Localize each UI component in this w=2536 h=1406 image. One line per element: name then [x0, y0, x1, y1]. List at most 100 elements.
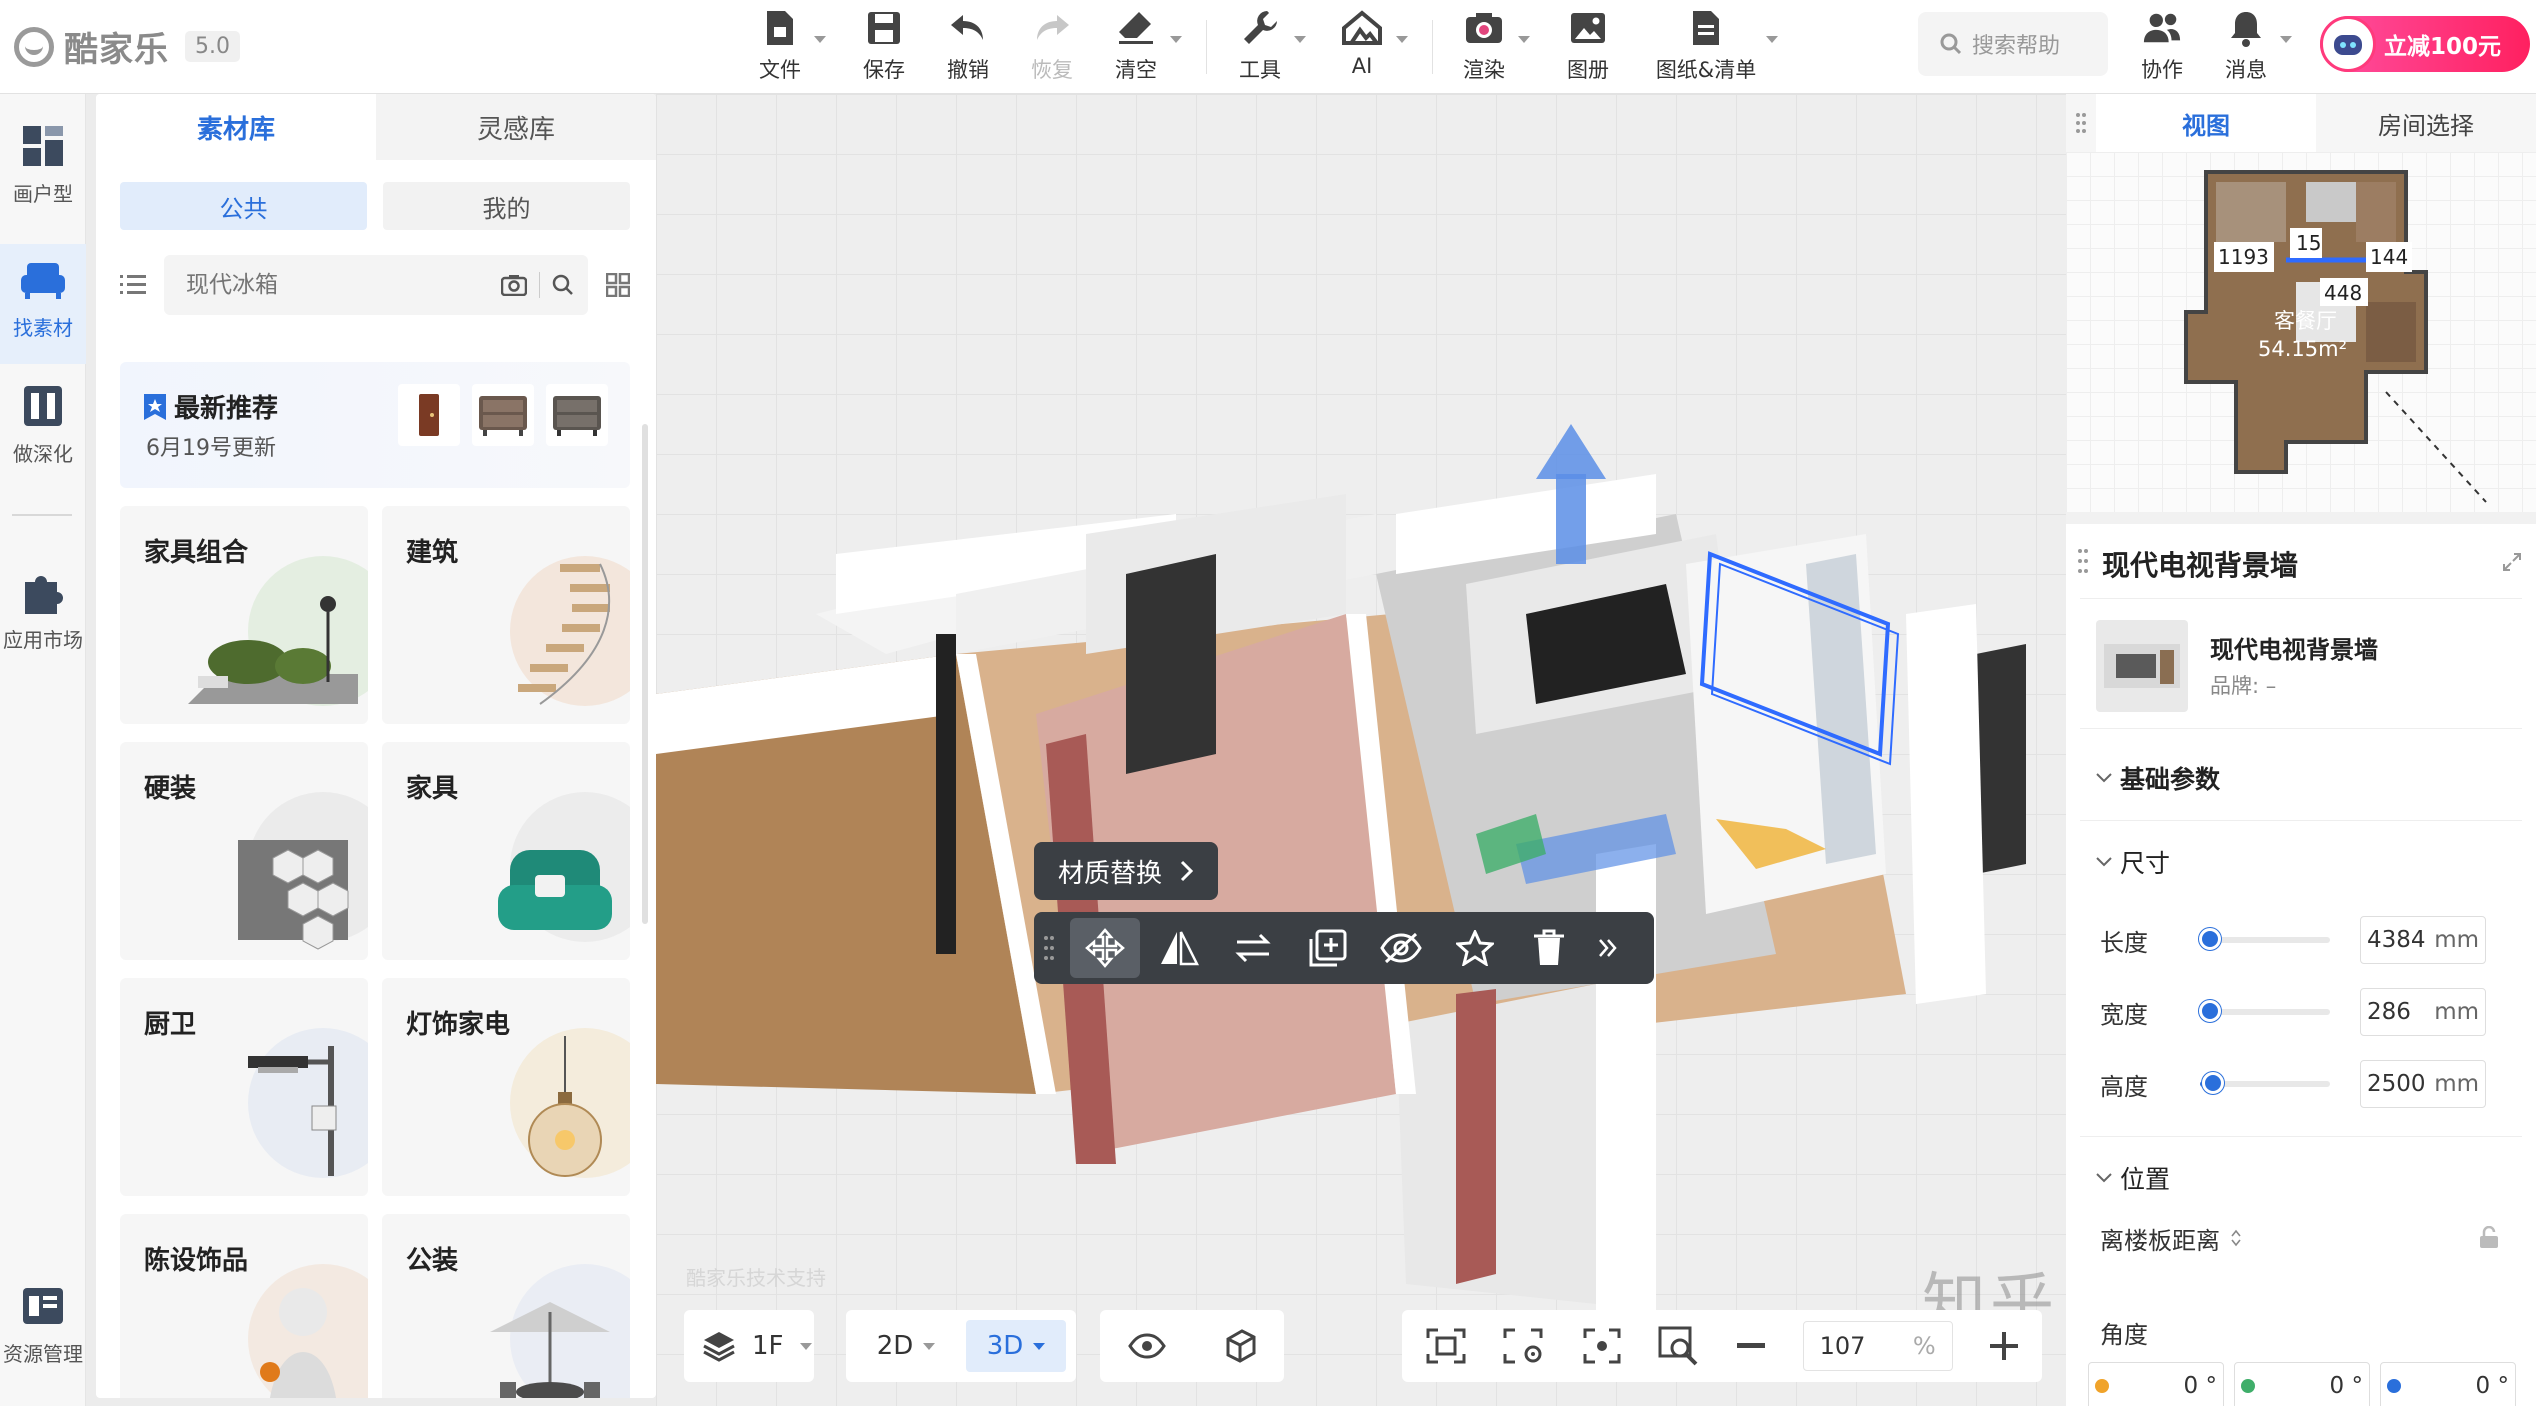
height-input[interactable]: 2500 mm: [2360, 1060, 2486, 1108]
more-button[interactable]: [1588, 918, 1628, 978]
undo-button[interactable]: 撤销: [926, 8, 1010, 84]
search-separator: [539, 272, 540, 298]
cube-icon[interactable]: [1222, 1329, 1256, 1363]
zoom-out-icon[interactable]: [1737, 1343, 1766, 1349]
drag-handle-icon[interactable]: [2066, 94, 2096, 152]
swap-button[interactable]: [1218, 918, 1288, 978]
material-search-input[interactable]: [186, 272, 501, 298]
position-section[interactable]: 位置: [2096, 1160, 2170, 1196]
save-button[interactable]: 保存: [842, 8, 926, 84]
3d-viewport[interactable]: 材质替换 酷家乐技术支持 知乎 @工具宝箱 1F 2D 3D: [656, 94, 2066, 1406]
file-caret-icon[interactable]: [814, 36, 826, 43]
favorite-button[interactable]: [1440, 918, 1510, 978]
category-card[interactable]: 厨卫: [120, 978, 368, 1196]
nav-floorplan[interactable]: 画户型: [0, 120, 86, 207]
promo-badge[interactable]: 立减100元: [2320, 16, 2530, 72]
length-input[interactable]: 4384 mm: [2360, 916, 2486, 964]
category-card[interactable]: 陈设饰品: [120, 1214, 368, 1398]
search-help-input[interactable]: 搜索帮助: [1918, 12, 2108, 76]
3d-floorplan-model[interactable]: [656, 94, 2066, 1406]
minimap[interactable]: 15 1193 144 448 客餐厅 54.15m²: [2066, 152, 2536, 512]
fit-view-icon[interactable]: [1426, 1328, 1466, 1364]
drawings-caret-icon[interactable]: [1766, 36, 1778, 43]
angle-x-input[interactable]: 0 °: [2088, 1362, 2224, 1406]
pendant-lamp-icon: [528, 1036, 602, 1177]
tab-inspiration-library[interactable]: 灵感库: [376, 94, 656, 160]
clear-caret-icon[interactable]: [1170, 36, 1182, 43]
mode-2d-button[interactable]: 2D: [856, 1320, 956, 1372]
tab-material-library[interactable]: 素材库: [96, 94, 376, 160]
category-card[interactable]: 公装: [382, 1214, 630, 1398]
category-card[interactable]: 家具组合: [120, 506, 368, 724]
angle-z-input[interactable]: 0 °: [2380, 1362, 2516, 1406]
render-button[interactable]: 渲染: [1442, 8, 1526, 84]
drag-handle-icon[interactable]: [1044, 935, 1058, 961]
nav-app-market[interactable]: 应用市场: [0, 566, 86, 653]
size-section[interactable]: 尺寸: [2096, 844, 2170, 880]
length-slider[interactable]: [2199, 928, 2330, 950]
recommend-thumb[interactable]: [398, 384, 460, 446]
category-card[interactable]: 硬装: [120, 742, 368, 960]
messages-caret-icon[interactable]: [2280, 36, 2292, 43]
zoom-in-icon[interactable]: [1989, 1332, 2018, 1360]
expand-icon[interactable]: [2502, 552, 2522, 572]
tools-caret-icon[interactable]: [1294, 36, 1306, 43]
recommend-thumb[interactable]: [472, 384, 534, 446]
clear-button[interactable]: 清空: [1094, 8, 1178, 84]
collab-button[interactable]: 协作: [2120, 8, 2204, 84]
render-caret-icon[interactable]: [1518, 36, 1530, 43]
document-icon: [1686, 8, 1726, 48]
focus-icon[interactable]: [1583, 1328, 1621, 1364]
tools-button[interactable]: 工具: [1218, 8, 1302, 84]
file-button[interactable]: 文件: [738, 8, 822, 84]
mirror-button[interactable]: [1144, 918, 1214, 978]
delete-button[interactable]: [1514, 918, 1584, 978]
redo-button[interactable]: 恢复: [1010, 8, 1094, 84]
floor-distance-row: 离楼板距离: [2100, 1210, 2520, 1266]
panel-scrollbar[interactable]: [642, 424, 648, 924]
list-view-icon[interactable]: [120, 274, 146, 296]
category-card[interactable]: 建筑: [382, 506, 630, 724]
app-logo[interactable]: 酷家乐 5.0: [14, 22, 240, 71]
tab-view[interactable]: 视图: [2096, 94, 2316, 152]
material-replace-button[interactable]: 材质替换: [1034, 842, 1219, 900]
nav-deepen[interactable]: 做深化: [0, 380, 86, 467]
width-slider[interactable]: [2199, 1000, 2330, 1022]
lock-icon[interactable]: [2478, 1226, 2500, 1250]
product-card[interactable]: 现代电视背景墙 品牌: –: [2080, 608, 2522, 718]
floor-selector[interactable]: 1F: [684, 1310, 814, 1382]
drawings-list-button[interactable]: 图纸&清单: [1656, 8, 1756, 84]
duplicate-button[interactable]: [1292, 918, 1362, 978]
tab-room-select[interactable]: 房间选择: [2316, 94, 2536, 152]
grid-view-icon[interactable]: [606, 273, 630, 297]
category-card[interactable]: 家具: [382, 742, 630, 960]
zoom-input[interactable]: 107 %: [1802, 1321, 1953, 1371]
recommend-thumb[interactable]: [546, 384, 608, 446]
width-input[interactable]: 286 mm: [2360, 988, 2486, 1036]
star-badge-icon: [144, 393, 166, 420]
nav-find-material[interactable]: 找素材: [0, 244, 86, 364]
ai-button[interactable]: AI: [1320, 8, 1404, 78]
minimap-floorplan[interactable]: 15 1193 144 448 客餐厅 54.15m²: [2066, 152, 2536, 512]
angle-y-input[interactable]: 0 °: [2234, 1362, 2370, 1406]
messages-button[interactable]: 消息: [2204, 8, 2288, 84]
mode-3d-button[interactable]: 3D: [966, 1320, 1066, 1372]
eye-icon[interactable]: [1128, 1333, 1166, 1359]
album-button[interactable]: 图册: [1546, 8, 1630, 84]
height-slider[interactable]: [2200, 1072, 2330, 1094]
view-settings-icon[interactable]: [1503, 1328, 1545, 1364]
nav-resource-mgmt[interactable]: 资源管理: [0, 1280, 86, 1367]
ai-caret-icon[interactable]: [1396, 36, 1408, 43]
zoom-region-icon[interactable]: [1658, 1326, 1700, 1366]
sort-icon[interactable]: [2230, 1229, 2242, 1247]
move-button[interactable]: [1070, 918, 1140, 978]
recommend-card[interactable]: 最新推荐 6月19号更新: [120, 362, 630, 488]
search-icon[interactable]: [552, 274, 574, 296]
category-card[interactable]: 灯饰家电: [382, 978, 630, 1196]
subtab-public[interactable]: 公共: [120, 182, 367, 230]
camera-search-icon[interactable]: [501, 274, 527, 296]
drag-handle-icon[interactable]: [2078, 548, 2088, 574]
basic-params-section[interactable]: 基础参数: [2096, 760, 2220, 796]
subtab-mine[interactable]: 我的: [383, 182, 630, 230]
hide-button[interactable]: [1366, 918, 1436, 978]
